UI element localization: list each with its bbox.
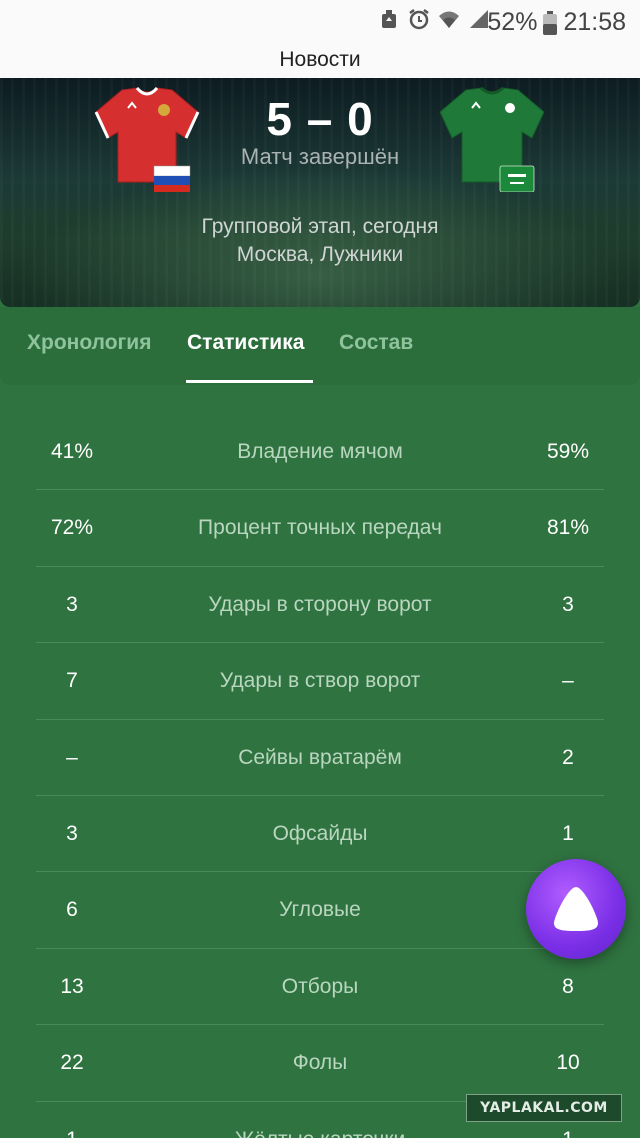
stat-label: Процент точных передач bbox=[198, 516, 442, 540]
wifi-icon bbox=[439, 11, 459, 28]
stat-away-value: 3 bbox=[562, 592, 574, 616]
stat-away-value: 2 bbox=[562, 745, 574, 769]
tab-bar: Хронология Статистика Состав bbox=[0, 307, 640, 385]
match-venue: Москва, Лужники bbox=[236, 243, 404, 266]
stat-label: Угловые bbox=[279, 898, 361, 922]
alice-assistant-icon bbox=[554, 887, 598, 931]
stat-label: Удары в сторону ворот bbox=[208, 592, 432, 616]
match-header: 5 – 0 Матч завершён Групповой этап, сего… bbox=[0, 78, 640, 307]
stat-home-value: 41% bbox=[50, 440, 94, 463]
stat-label: Удары в створ ворот bbox=[219, 669, 421, 693]
stat-home-value: 13 bbox=[60, 974, 84, 998]
tab-lineup[interactable]: Состав bbox=[339, 331, 413, 355]
tab-chronology[interactable]: Хронология bbox=[27, 331, 151, 355]
status-icons bbox=[378, 8, 490, 30]
recycle-icon bbox=[382, 10, 396, 28]
stat-home-value: 1 bbox=[36, 1128, 108, 1138]
stat-home-value: 72% bbox=[50, 516, 94, 540]
status-bar: 52% 21:58 bbox=[0, 0, 640, 44]
stat-label: Сейвы вратарём bbox=[238, 745, 402, 769]
stat-label: Отборы bbox=[281, 974, 359, 998]
page-title[interactable]: Новости bbox=[0, 44, 640, 78]
stat-row-possession: 41% Владение мячом 59% bbox=[36, 414, 604, 491]
status-right: 52% 21:58 bbox=[487, 8, 626, 37]
stat-home-value: 22 bbox=[60, 1051, 84, 1075]
stat-label: Фолы bbox=[292, 1051, 348, 1075]
stat-row-fouls: 22 Фолы 10 bbox=[36, 1025, 604, 1102]
stat-away-value: 59% bbox=[546, 440, 590, 463]
stat-row-corners: 6 Угловые bbox=[36, 872, 604, 949]
alarm-icon bbox=[409, 9, 429, 30]
stat-away-value: 10 bbox=[556, 1051, 580, 1075]
stat-home-value: – bbox=[66, 745, 78, 769]
stat-away-value: 1 bbox=[532, 1128, 604, 1138]
stat-home-value: 3 bbox=[66, 592, 78, 616]
stat-home-value: 3 bbox=[66, 821, 78, 845]
watermark: YAPLAKAL.COM bbox=[466, 1094, 622, 1122]
stat-row-shots: 3 Удары в сторону ворот 3 bbox=[36, 567, 604, 644]
match-score: 5 – 0 bbox=[266, 93, 374, 145]
stat-away-value: – bbox=[562, 669, 574, 693]
battery-icon bbox=[543, 10, 558, 35]
clock: 21:58 bbox=[563, 8, 626, 36]
stat-label: Офсайды bbox=[272, 821, 368, 845]
stat-row-shots-on-target: 7 Удары в створ ворот – bbox=[36, 643, 604, 720]
stats-list: 41% Владение мячом 59% 72% Процент точны… bbox=[36, 414, 604, 1138]
stat-row-tackles: 13 Отборы 8 bbox=[36, 949, 604, 1026]
stat-home-value: 7 bbox=[66, 669, 78, 693]
active-tab-indicator bbox=[186, 380, 313, 383]
stat-away-value: 1 bbox=[562, 821, 574, 845]
match-stage: Групповой этап, сегодня bbox=[201, 215, 439, 238]
stat-away-value: 81% bbox=[546, 516, 590, 540]
stat-row-offsides: 3 Офсайды 1 bbox=[36, 796, 604, 873]
stat-label: Жёлтые карточки bbox=[108, 1128, 532, 1138]
battery-percent: 52% bbox=[487, 8, 538, 36]
tab-statistics[interactable]: Статистика bbox=[187, 331, 304, 355]
match-info: Групповой этап, сегодня Москва, Лужники bbox=[0, 213, 640, 269]
stat-row-pass-accuracy: 72% Процент точных передач 81% bbox=[36, 490, 604, 567]
assistant-button[interactable] bbox=[526, 859, 626, 959]
stat-away-value: 8 bbox=[562, 974, 574, 998]
stat-home-value: 6 bbox=[66, 898, 78, 922]
stat-label: Владение мячом bbox=[237, 440, 403, 463]
match-status: Матч завершён bbox=[240, 144, 400, 169]
stat-row-saves: – Сейвы вратарём 2 bbox=[36, 720, 604, 796]
